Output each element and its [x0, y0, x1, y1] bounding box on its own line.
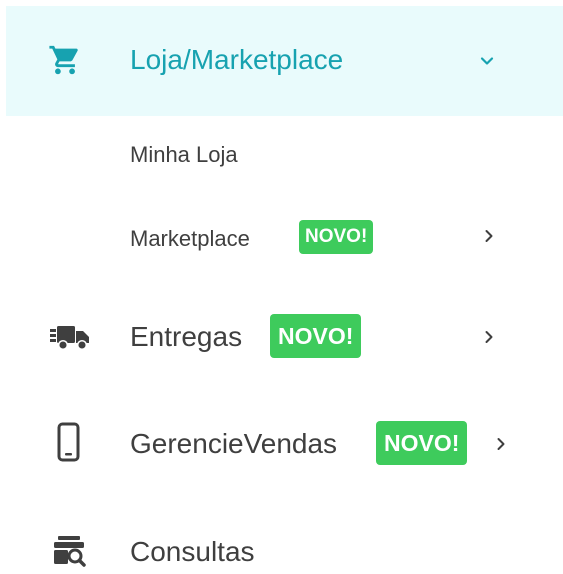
menu-item-entregas[interactable]: Entregas NOVO!: [0, 310, 563, 364]
menu-item-label: Loja/Marketplace: [130, 44, 344, 75]
truck-icon: [50, 322, 90, 352]
new-badge: NOVO!: [376, 421, 468, 465]
submenu-item-marketplace[interactable]: Marketplace NOVO!: [0, 212, 563, 262]
submenu-item-label: Minha Loja: [130, 142, 238, 167]
menu-item-label: Consultas: [130, 536, 255, 567]
sidebar-menu: Loja/Marketplace Minha Loja Marketplace …: [0, 0, 563, 574]
chevron-right-icon[interactable]: [478, 326, 500, 348]
chevron-right-icon[interactable]: [490, 433, 512, 455]
smartphone-icon: [56, 422, 82, 462]
submenu-item-label: Marketplace: [130, 226, 250, 251]
chevron-right-icon[interactable]: [478, 225, 500, 247]
new-badge: NOVO!: [299, 220, 374, 254]
menu-item-loja-marketplace[interactable]: Loja/Marketplace: [6, 6, 563, 116]
new-badge: NOVO!: [270, 314, 362, 358]
menu-item-consultas[interactable]: Consultas: [0, 528, 563, 574]
menu-item-label: GerencieVendas: [130, 428, 338, 459]
chevron-down-icon[interactable]: [476, 50, 498, 72]
search-document-icon: [52, 534, 88, 568]
menu-item-label: Entregas: [130, 321, 243, 352]
shopping-cart-icon: [48, 43, 82, 77]
submenu-item-minha-loja[interactable]: Minha Loja: [0, 130, 563, 180]
menu-item-gerencie-vendas[interactable]: GerencieVendas NOVO!: [0, 416, 563, 470]
